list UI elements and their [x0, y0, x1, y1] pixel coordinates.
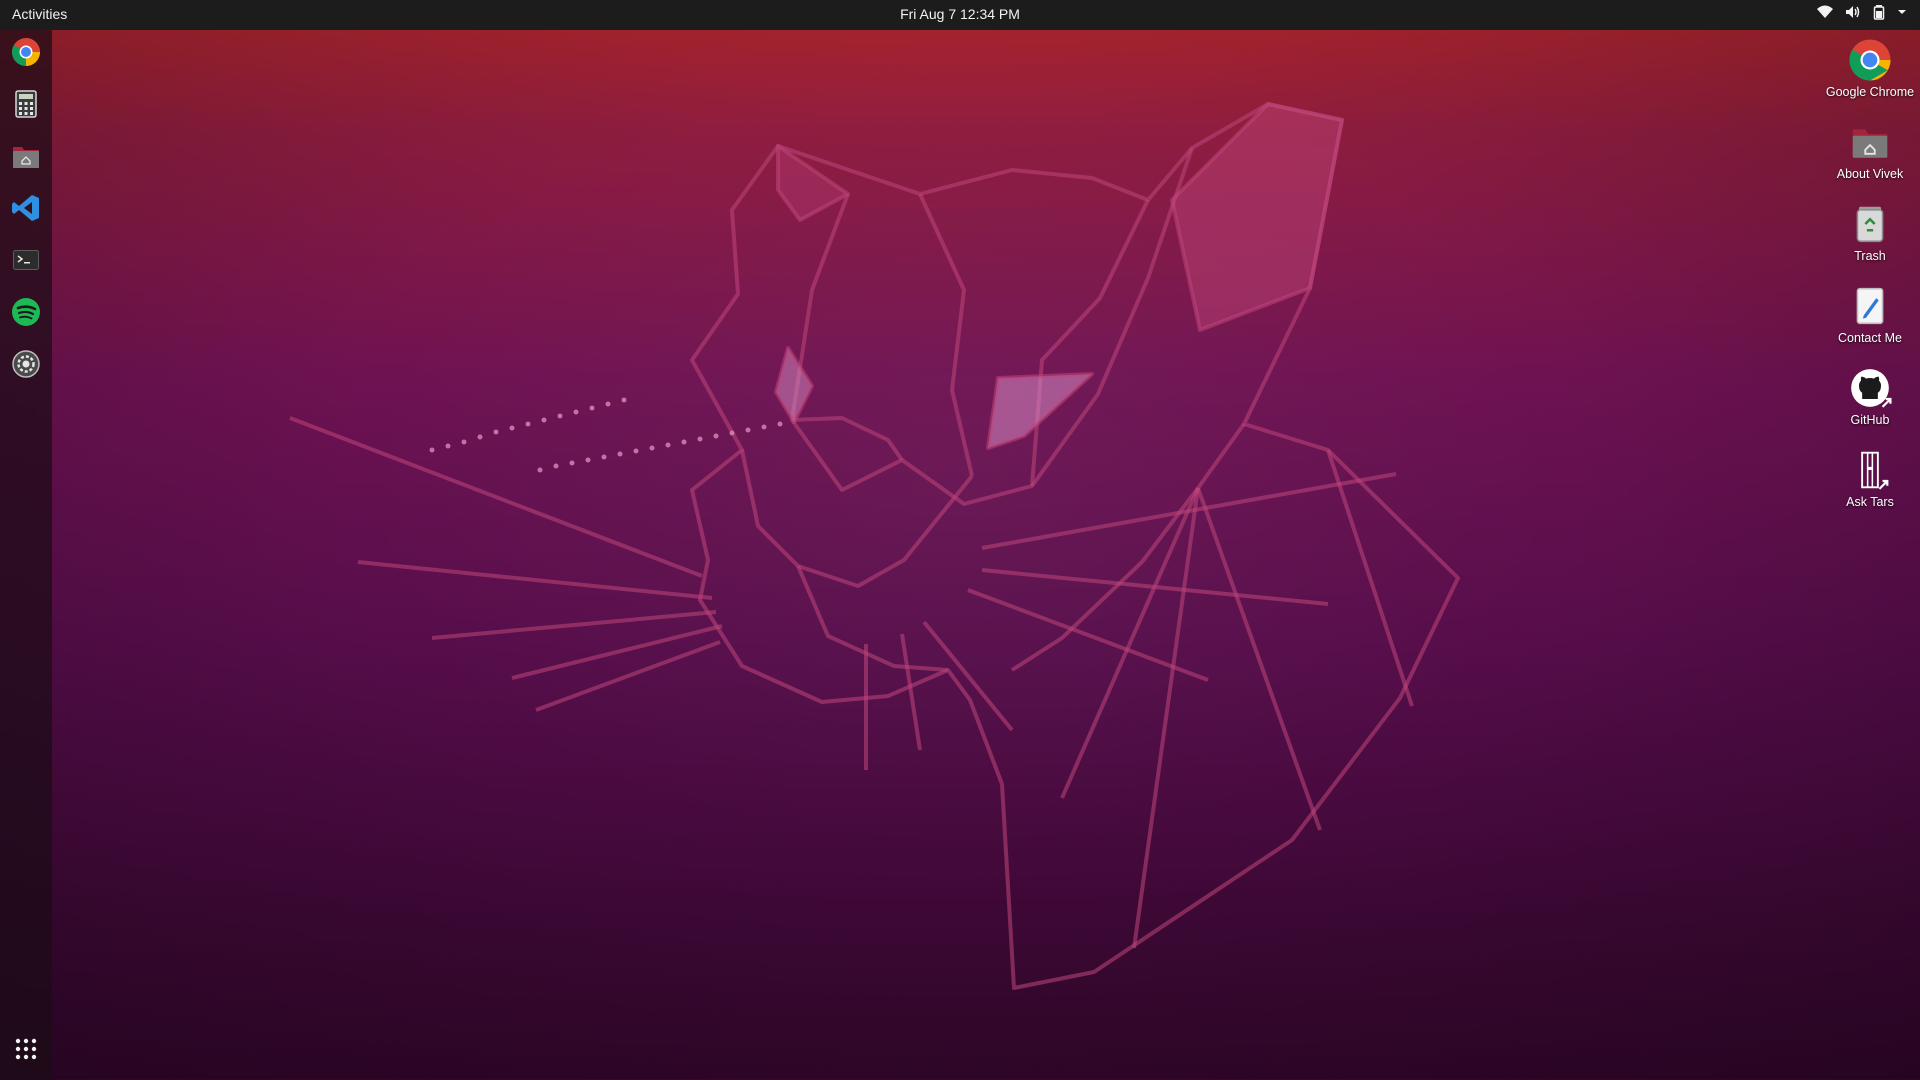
- desktop-icon-label: Trash: [1854, 249, 1886, 263]
- ask-tars-icon: [1848, 448, 1892, 492]
- dock-item-settings[interactable]: [6, 346, 46, 386]
- volume-icon[interactable]: [1844, 4, 1862, 20]
- chrome-icon: [11, 37, 41, 72]
- desktop-icon-label: Google Chrome: [1825, 85, 1915, 99]
- show-applications-button[interactable]: [14, 1037, 38, 1061]
- home-folder-icon: [1848, 120, 1892, 164]
- desktop-icon-label: About Vivek: [1836, 167, 1904, 181]
- focal-fossa-wallpaper: [289, 102, 1460, 990]
- dock-item-chrome[interactable]: [6, 34, 46, 74]
- desktop-icon-label: Contact Me: [1838, 331, 1902, 345]
- github-icon: [1848, 366, 1892, 410]
- wifi-icon[interactable]: [1816, 4, 1834, 20]
- desktop-icon-trash[interactable]: Trash: [1818, 202, 1920, 264]
- clock[interactable]: Fri Aug 7 12:34 PM: [900, 6, 1020, 22]
- desktop-icon-google-chrome[interactable]: Google Chrome: [1818, 38, 1920, 100]
- home-folder-icon: [12, 143, 40, 174]
- desktop-icon-ask-tars[interactable]: Ask Tars: [1818, 448, 1920, 510]
- top-bar: Activities Fri Aug 7 12:34 PM: [0, 0, 1920, 30]
- chrome-icon: [1848, 38, 1892, 82]
- vscode-icon: [11, 193, 41, 228]
- settings-icon: [12, 349, 40, 383]
- terminal-icon: [13, 249, 39, 275]
- desktop-icon-label: GitHub: [1850, 413, 1890, 427]
- calculator-icon: [15, 89, 37, 123]
- system-tray[interactable]: [1816, 4, 1908, 20]
- show-applications-icon: [14, 1038, 38, 1065]
- system-menu-arrow-icon[interactable]: [1896, 4, 1908, 20]
- trash-icon: [1848, 202, 1892, 246]
- dock: [0, 30, 52, 1080]
- desktop-icon-label: Ask Tars: [1846, 495, 1894, 509]
- dock-item-spotify[interactable]: [6, 294, 46, 334]
- dock-item-files[interactable]: [6, 138, 46, 178]
- battery-icon[interactable]: [1872, 4, 1886, 20]
- dock-item-vscode[interactable]: [6, 190, 46, 230]
- text-editor-icon: [1848, 284, 1892, 328]
- dock-item-calculator[interactable]: [6, 86, 46, 126]
- activities-button[interactable]: Activities: [12, 6, 67, 22]
- desktop-icon-about-vivek[interactable]: About Vivek: [1818, 120, 1920, 182]
- dock-item-terminal[interactable]: [6, 242, 46, 282]
- desktop-icon-contact-me[interactable]: Contact Me: [1818, 284, 1920, 346]
- spotify-icon: [11, 297, 41, 332]
- desktop-icon-github[interactable]: GitHub: [1818, 366, 1920, 428]
